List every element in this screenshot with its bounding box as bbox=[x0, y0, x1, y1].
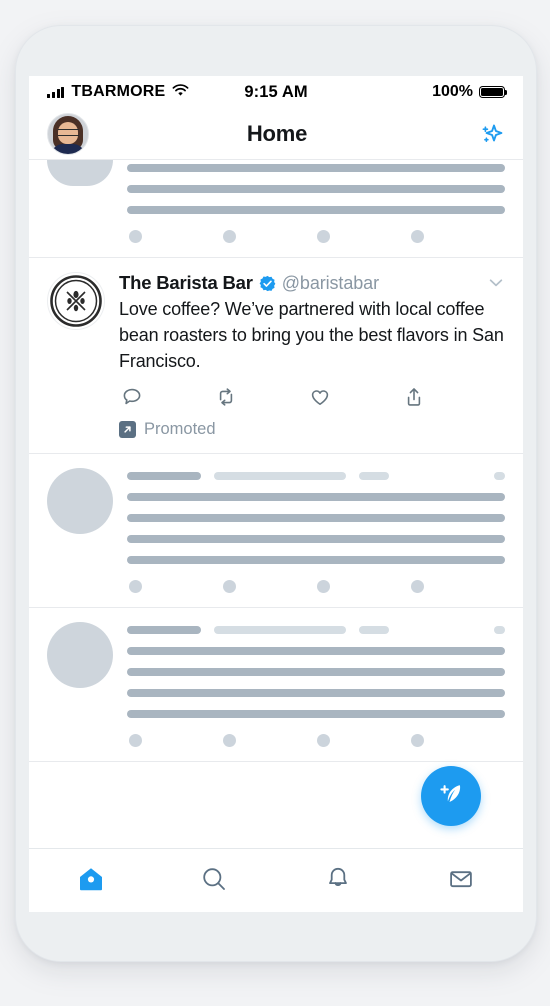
status-bar-time: 9:15 AM bbox=[244, 82, 308, 101]
skeleton-row bbox=[47, 621, 505, 747]
promoted-tweet: The Barista Bar @baristabar Love coffee?… bbox=[47, 272, 505, 439]
profile-avatar[interactable] bbox=[47, 112, 89, 155]
skeleton-action-dot bbox=[411, 733, 424, 747]
skeleton-avatar bbox=[47, 467, 113, 534]
promoted-tweet-body: The Barista Bar @baristabar Love coffee?… bbox=[119, 272, 505, 439]
skeleton-action-dot bbox=[223, 230, 236, 243]
promoted-arrow-icon bbox=[119, 420, 136, 438]
sparkle-icon[interactable] bbox=[465, 120, 505, 148]
skeleton-name-bar bbox=[127, 625, 201, 634]
skeleton-handle-bar bbox=[214, 625, 346, 634]
feed-list[interactable]: The Barista Bar @baristabar Love coffee?… bbox=[29, 160, 523, 848]
share-icon[interactable] bbox=[403, 386, 425, 408]
phone-screen: TBARMORE 9:15 AM 100% Home The Barista B… bbox=[16, 26, 536, 961]
phone-frame: TBARMORE 9:15 AM 100% Home The Barista B… bbox=[15, 25, 537, 962]
bell-icon bbox=[323, 864, 353, 899]
carrier-label: TBARMORE bbox=[71, 83, 166, 100]
skeleton-line bbox=[127, 206, 505, 214]
skeleton-card bbox=[29, 607, 523, 762]
app-header: Home bbox=[29, 108, 523, 160]
home-indicator-area bbox=[29, 912, 523, 961]
signal-bars-icon bbox=[47, 86, 65, 98]
skeleton-row bbox=[47, 467, 505, 593]
skeleton-avatar bbox=[47, 160, 113, 186]
compose-feather-icon bbox=[434, 777, 468, 816]
skeleton-meta bbox=[127, 625, 505, 634]
skeleton-menu-bar bbox=[494, 625, 505, 634]
promoted-label: Promoted bbox=[144, 419, 216, 438]
wifi-icon bbox=[172, 82, 189, 102]
skeleton-action-dot bbox=[317, 579, 330, 593]
skeleton-actions bbox=[127, 579, 505, 593]
skeleton-body bbox=[127, 160, 505, 243]
skeleton-handle-bar bbox=[214, 471, 346, 480]
skeleton-meta bbox=[127, 471, 505, 480]
skeleton-action-dot bbox=[129, 230, 142, 243]
skeleton-action-dot bbox=[411, 579, 424, 593]
skeleton-line bbox=[127, 555, 505, 564]
tweet-text: Love coffee? We’ve partnered with local … bbox=[119, 299, 504, 371]
skeleton-action-dot bbox=[317, 230, 330, 243]
skeleton-action-dot bbox=[129, 579, 142, 593]
account-handle: @baristabar bbox=[281, 272, 379, 293]
skeleton-line bbox=[127, 164, 505, 172]
skeleton-line bbox=[127, 185, 505, 193]
skeleton-card bbox=[29, 453, 523, 608]
skeleton-line bbox=[127, 688, 505, 697]
skeleton-card-top bbox=[29, 160, 523, 258]
skeleton-line bbox=[127, 667, 505, 676]
tab-messages[interactable] bbox=[400, 849, 524, 913]
search-icon bbox=[199, 864, 229, 899]
screenshot-stage: TBARMORE 9:15 AM 100% Home The Barista B… bbox=[0, 0, 550, 1006]
promoted-tweet-card[interactable]: The Barista Bar @baristabar Love coffee?… bbox=[29, 258, 523, 454]
home-icon bbox=[76, 864, 106, 899]
tab-notifications[interactable] bbox=[276, 849, 400, 913]
mail-icon bbox=[446, 864, 476, 899]
skeleton-action-dot bbox=[129, 733, 142, 747]
battery-full-icon bbox=[479, 85, 508, 99]
status-bar: TBARMORE 9:15 AM 100% bbox=[29, 76, 523, 108]
skeleton-line bbox=[127, 534, 505, 543]
status-bar-right: 100% bbox=[308, 83, 508, 101]
skeleton-avatar bbox=[47, 621, 113, 688]
reply-icon[interactable] bbox=[121, 386, 143, 408]
skeleton-body bbox=[127, 622, 505, 747]
skeleton-line bbox=[127, 492, 505, 501]
skeleton-name-bar bbox=[127, 471, 201, 480]
status-bar-left: TBARMORE bbox=[47, 82, 244, 102]
skeleton-actions bbox=[127, 230, 505, 243]
skeleton-action-dot bbox=[411, 230, 424, 243]
skeleton-time-bar bbox=[359, 625, 389, 634]
skeleton-line bbox=[127, 709, 505, 718]
promoted-tag: Promoted bbox=[119, 420, 505, 439]
tab-search[interactable] bbox=[153, 849, 277, 913]
skeleton-line bbox=[127, 646, 505, 655]
chevron-down-icon[interactable] bbox=[487, 274, 505, 292]
compose-button[interactable] bbox=[421, 766, 481, 826]
skeleton-actions bbox=[127, 733, 505, 747]
like-icon[interactable] bbox=[309, 386, 331, 408]
promoted-tweet-header: The Barista Bar @baristabar bbox=[119, 272, 505, 294]
retweet-icon[interactable] bbox=[215, 386, 237, 408]
page-title: Home bbox=[246, 120, 308, 146]
tweet-actions bbox=[119, 386, 505, 408]
skeleton-time-bar bbox=[359, 471, 389, 480]
skeleton-action-dot bbox=[317, 733, 330, 747]
skeleton-action-dot bbox=[223, 733, 236, 747]
account-display-name: The Barista Bar bbox=[119, 272, 253, 293]
battery-percent-label: 100% bbox=[432, 83, 474, 100]
skeleton-action-dot bbox=[223, 579, 236, 593]
skeleton-row bbox=[47, 160, 505, 243]
skeleton-body bbox=[127, 468, 505, 593]
verified-badge-icon bbox=[259, 275, 276, 292]
skeleton-line bbox=[127, 513, 505, 522]
skeleton-menu-bar bbox=[494, 471, 505, 480]
bottom-tab-bar bbox=[29, 848, 523, 913]
barista-bar-logo[interactable] bbox=[47, 272, 105, 330]
tab-home[interactable] bbox=[29, 849, 153, 913]
